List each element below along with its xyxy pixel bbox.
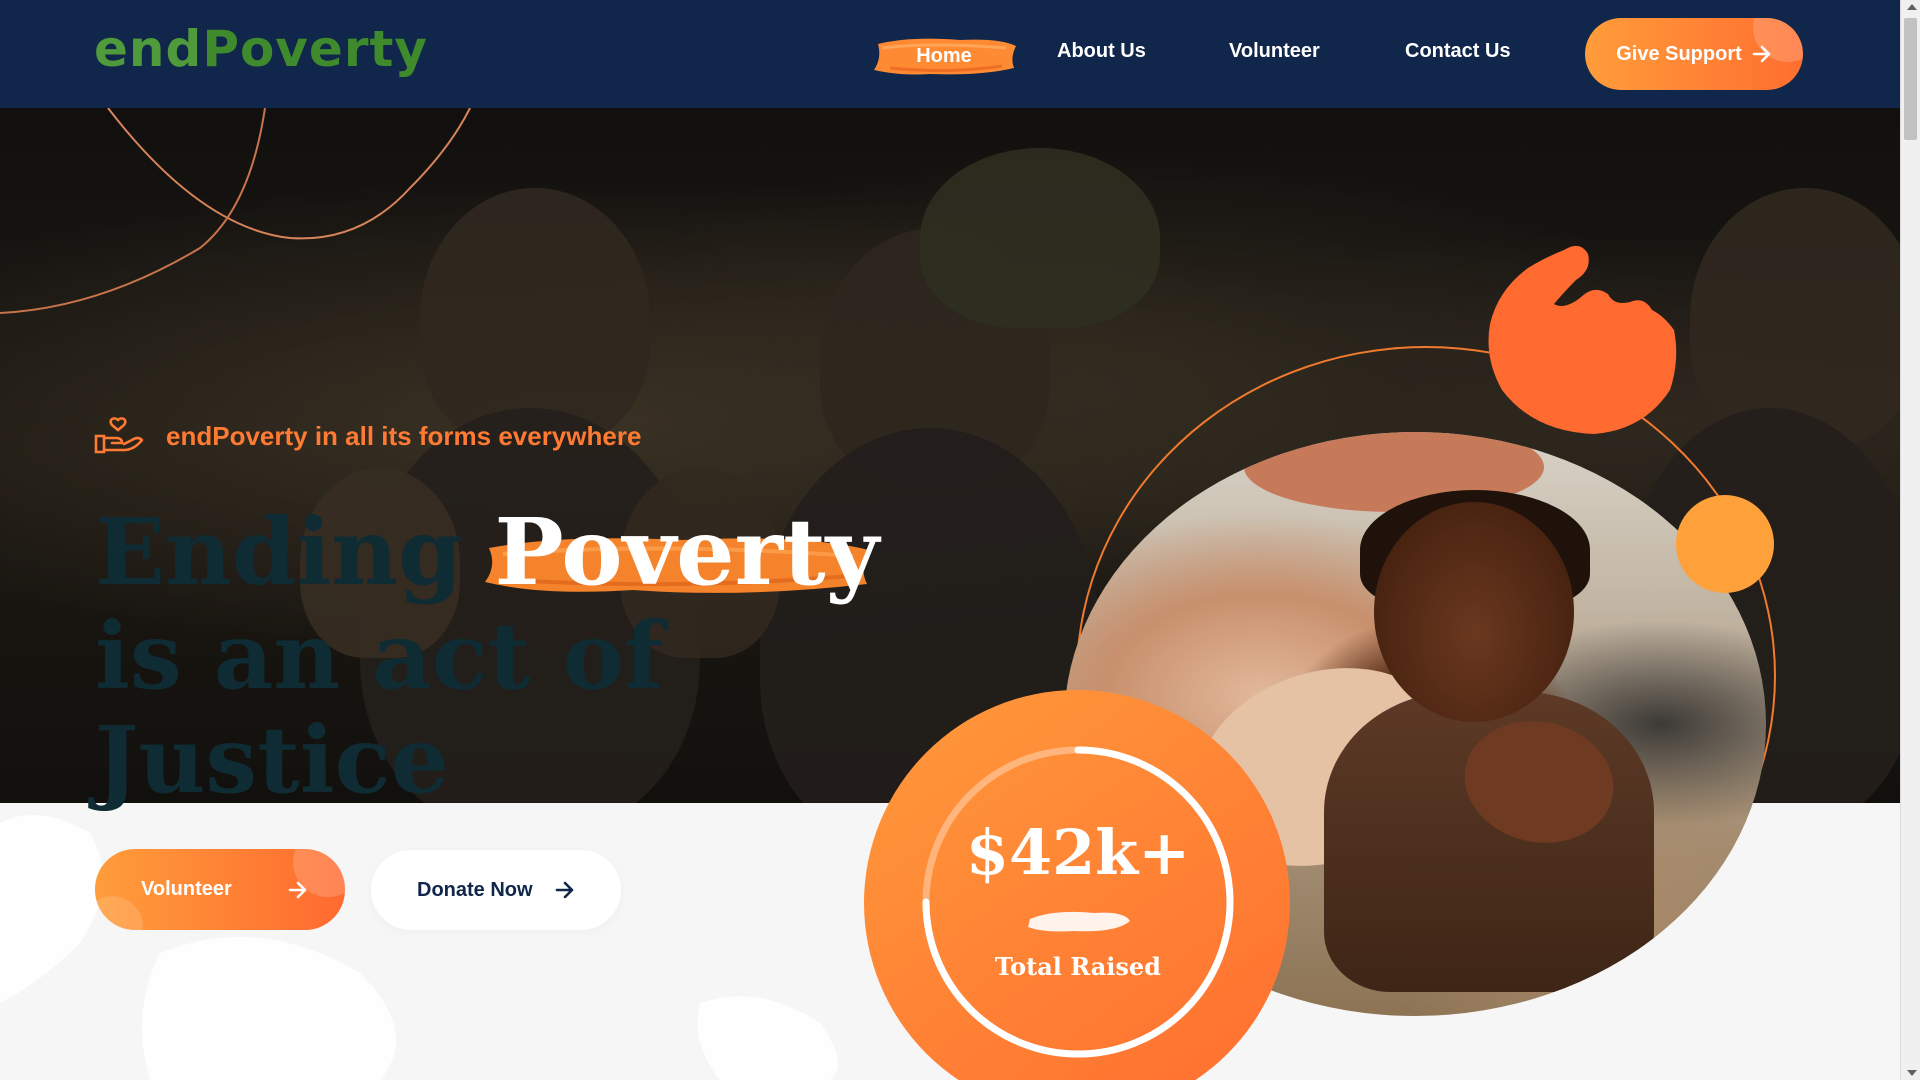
arrow-right-icon [1752,45,1771,63]
nav-volunteer[interactable]: Volunteer [1229,40,1320,63]
headline-ending: Ending [95,498,495,606]
hand-heart-icon [94,417,144,454]
arrow-right-icon [555,881,573,899]
volunteer-button[interactable]: Volunteer [95,849,345,930]
progress-ring [922,746,1234,1058]
vertical-scrollbar[interactable] [1900,0,1920,1080]
world-map-decoration [0,815,838,1080]
site-logo[interactable]: endPoverty [94,20,428,78]
page: endPoverty Home About Us Volunteer Conta… [0,0,1920,1080]
nav-home-label: Home [916,44,972,67]
site-header: endPoverty Home About Us Volunteer Conta… [0,0,1900,108]
total-raised-value: $42k+ [965,816,1191,889]
tagline-text: endPoverty in all its forms everywhere [166,420,642,451]
hero-headline: Ending Poverty is an act of Justice [95,500,879,812]
scrollbar-thumb[interactable] [1904,18,1917,140]
logo-part-end: end [94,20,203,78]
donate-now-button-label: Donate Now [417,878,533,901]
give-support-button[interactable]: Give Support [1585,18,1803,90]
headline-highlight: Poverty [484,498,880,606]
donate-now-button[interactable]: Donate Now [371,850,621,930]
nav-about-us[interactable]: About Us [1057,40,1146,63]
logo-part-poverty: Poverty [202,20,428,78]
headline-line-2: is an act of [95,602,664,710]
arrow-right-icon [288,881,307,898]
hero-tagline: endPoverty in all its forms everywhere [94,416,641,456]
nav-contact-us[interactable]: Contact Us [1405,40,1511,63]
photo-detail [1374,502,1574,722]
orange-blob-decoration [1488,245,1677,434]
scroll-down-arrow-icon[interactable] [1907,1070,1917,1076]
total-raised-label: Total Raised [995,952,1161,981]
nav-home[interactable]: Home [870,34,1018,78]
decorative-curve-lines [0,108,471,314]
headline-poverty: Poverty [494,498,880,606]
give-support-label: Give Support [1616,42,1742,65]
headline-line-3: Justice [95,706,450,814]
scroll-up-arrow-icon[interactable] [1907,4,1917,10]
volunteer-button-label: Volunteer [141,878,232,900]
brush-stroke-decoration [1028,911,1130,932]
headline-line-1: Ending Poverty [95,500,879,604]
orange-dot-decoration [1676,495,1774,593]
